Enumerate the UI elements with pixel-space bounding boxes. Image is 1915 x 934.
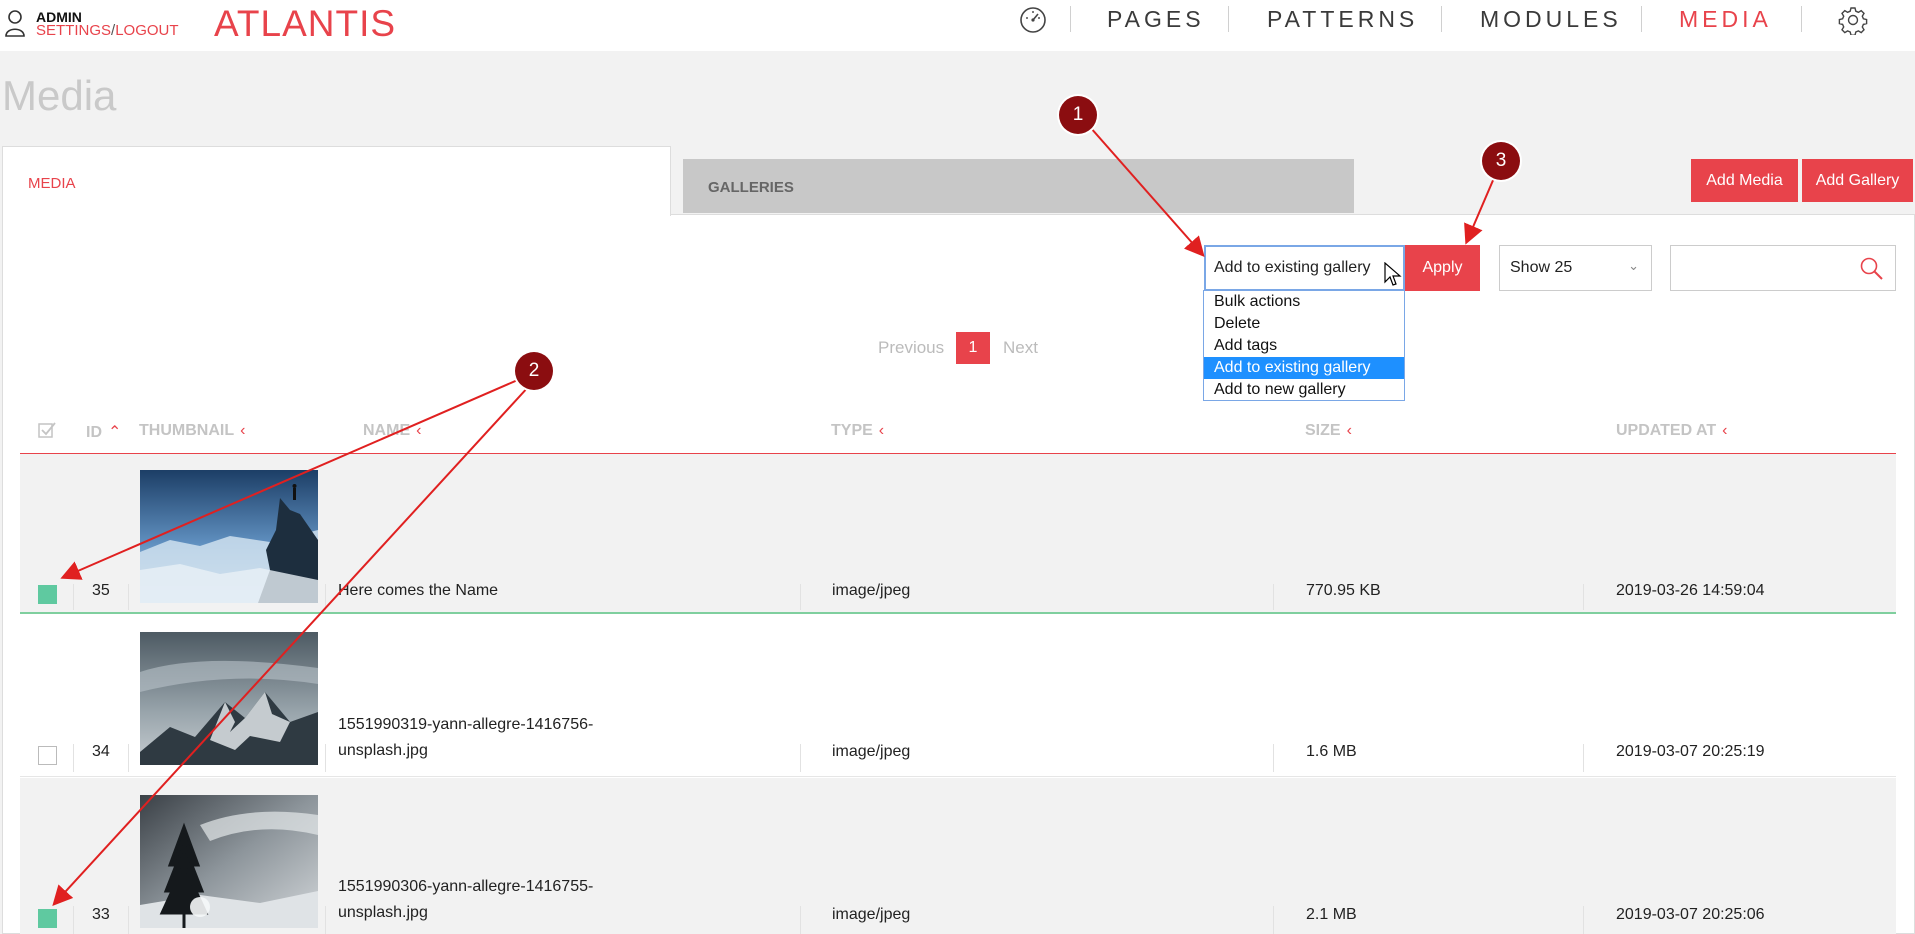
annotation-marker-2: 2 xyxy=(515,352,553,390)
annotation-arrow-3 xyxy=(1464,177,1495,245)
annotation-arrow-2b xyxy=(52,384,531,906)
annotation-marker-3: 3 xyxy=(1482,142,1520,180)
annotation-arrow-1 xyxy=(1089,126,1205,258)
annotation-arrow-2a xyxy=(60,378,521,580)
annotation-arrows xyxy=(52,126,1495,906)
annotation-marker-1: 1 xyxy=(1059,96,1097,134)
